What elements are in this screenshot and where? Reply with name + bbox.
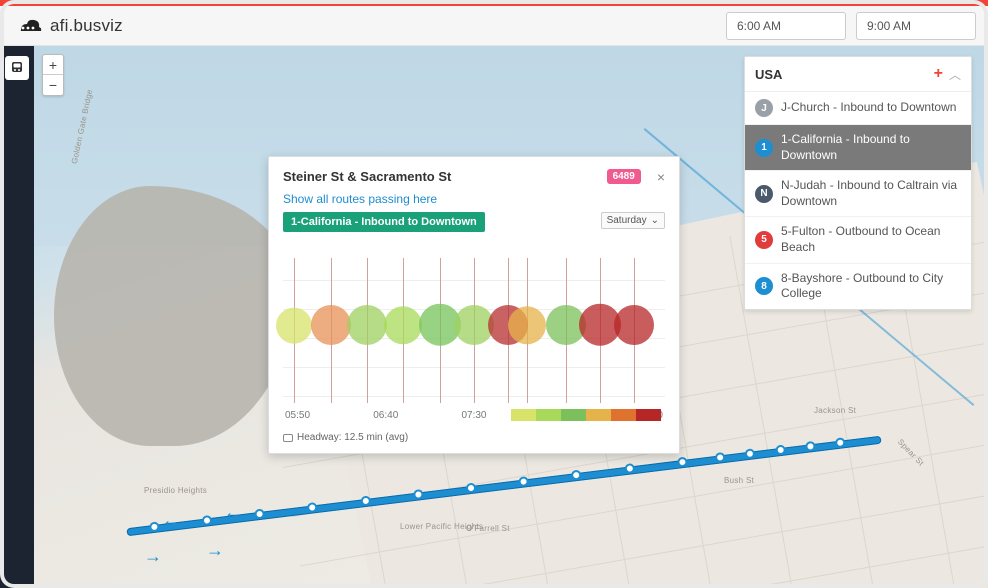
- route-bullet-icon: 8: [755, 277, 773, 295]
- route-item-label: 5-Fulton - Outbound to Ocean Beach: [781, 224, 961, 255]
- legend-swatch: [586, 409, 611, 421]
- timeline-arrival-marker[interactable]: [311, 305, 351, 345]
- brand-title: afi.busviz: [50, 16, 123, 36]
- brand: afi.busviz: [14, 16, 123, 36]
- direction-arrow-icon: ←: [224, 502, 242, 523]
- day-select[interactable]: Saturday ⌄: [601, 212, 665, 229]
- routes-panel: USA + ︿ J J-Church - Inbound to Downtown 1…: [744, 56, 972, 310]
- time-to-input[interactable]: 9:00 AM: [856, 12, 976, 40]
- stop-id-badge: 6489: [607, 169, 641, 184]
- header-bar: afi.busviz 6:00 AM 9:00 AM: [0, 6, 988, 46]
- selected-route-chip[interactable]: 1-California - Inbound to Downtown: [283, 212, 485, 232]
- routes-panel-header: USA + ︿: [745, 57, 971, 92]
- direction-arrow-icon: →: [144, 546, 162, 567]
- route-item-label: J-Church - Inbound to Downtown: [781, 100, 956, 116]
- stop-inspector-popup: Steiner St & Sacramento St 6489 × Show a…: [268, 156, 680, 454]
- add-route-icon[interactable]: +: [934, 65, 943, 83]
- legend-swatch: [561, 409, 586, 421]
- route-bullet-icon: 1: [755, 139, 773, 157]
- route-item[interactable]: J J-Church - Inbound to Downtown: [745, 92, 971, 125]
- time-range-controls: 6:00 AM 9:00 AM: [726, 12, 976, 40]
- timeline-arrival-marker[interactable]: [384, 306, 422, 344]
- route-item[interactable]: N N-Judah - Inbound to Caltrain via Downt…: [745, 171, 971, 217]
- zoom-in-button[interactable]: +: [43, 55, 63, 75]
- route-bullet-icon: 5: [755, 231, 773, 249]
- route-item-label: N-Judah - Inbound to Caltrain via Downto…: [781, 178, 961, 209]
- timeline-tick-label: 05:50: [285, 410, 310, 421]
- legend-swatch: [611, 409, 636, 421]
- timeline-tick-label: 06:40: [373, 410, 398, 421]
- route-item-label: 1-California - Inbound to Downtown: [781, 132, 961, 163]
- zoom-out-button[interactable]: −: [43, 75, 63, 95]
- timeline-arrival-marker[interactable]: [347, 305, 387, 345]
- close-popup-icon[interactable]: ×: [657, 170, 665, 184]
- timeline-arrival-marker[interactable]: [614, 305, 654, 345]
- left-sidebar: [0, 46, 34, 588]
- timeline-tick-label: 07:30: [461, 410, 486, 421]
- routes-region-label: USA: [755, 67, 782, 82]
- route-item[interactable]: 1 1-California - Inbound to Downtown: [745, 125, 971, 171]
- headway-timeline-chart: 05:5006:4007:3008:2009:10 Headway: 12.5 …: [283, 248, 665, 443]
- sidebar-transit-icon[interactable]: [5, 56, 29, 80]
- day-select-label: Saturday: [607, 215, 647, 226]
- street-label: Bush St: [724, 476, 754, 485]
- route-bullet-icon: N: [755, 185, 773, 203]
- headway-average-note: Headway: 12.5 min (avg): [283, 432, 408, 443]
- legend-swatch: [636, 409, 661, 421]
- street-label: Lower Pacific Heights: [400, 522, 483, 531]
- time-from-input[interactable]: 6:00 AM: [726, 12, 846, 40]
- bus-icon: [283, 434, 293, 442]
- route-item-label: 8-Bayshore - Outbound to City College: [781, 271, 961, 302]
- direction-arrow-icon: ←: [162, 510, 180, 531]
- street-label: Jackson St: [814, 406, 856, 415]
- collapse-panel-icon[interactable]: ︿: [949, 66, 961, 83]
- legend-swatch: [511, 409, 536, 421]
- popup-stop-name: Steiner St & Sacramento St: [283, 169, 451, 184]
- map-canvas[interactable]: Jackson St Bush St Spear St O'Farrell St…: [34, 46, 988, 588]
- legend-swatch: [536, 409, 561, 421]
- chart-legend-ramp: [511, 409, 661, 421]
- dropdown-icon: ⌄: [651, 215, 659, 226]
- street-label: Presidio Heights: [144, 486, 207, 495]
- show-all-routes-link[interactable]: Show all routes passing here: [283, 192, 665, 206]
- brand-logo-icon: [14, 16, 42, 36]
- route-item[interactable]: 8 8-Bayshore - Outbound to City College: [745, 264, 971, 309]
- timeline-arrival-marker[interactable]: [276, 307, 312, 343]
- route-bullet-icon: J: [755, 99, 773, 117]
- timeline-arrival-marker[interactable]: [508, 306, 546, 344]
- map-zoom-controls: + −: [42, 54, 64, 96]
- route-item[interactable]: 5 5-Fulton - Outbound to Ocean Beach: [745, 217, 971, 263]
- direction-arrow-icon: →: [206, 540, 224, 561]
